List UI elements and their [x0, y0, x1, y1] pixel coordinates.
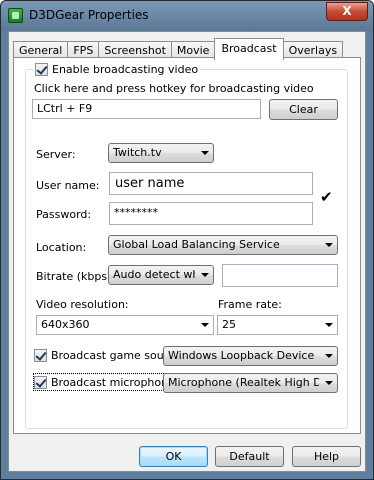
chevron-down-icon [325, 354, 333, 358]
game-sound-label: Broadcast game sound: [51, 348, 182, 362]
hotkey-field[interactable]: LCtrl + F9 [32, 99, 261, 119]
password-label: Password: [36, 208, 92, 221]
enable-broadcast-label: Enable broadcasting video [52, 62, 199, 76]
bitrate-select-value: Audo detect when [113, 268, 195, 281]
server-label: Server: [36, 148, 76, 161]
enable-broadcast-row[interactable]: Enable broadcasting video [33, 61, 201, 77]
video-resolution-select[interactable]: 640x360 [36, 315, 214, 335]
server-select-value: Twitch.tv [113, 146, 162, 159]
chevron-down-icon [201, 151, 209, 155]
enable-broadcast-checkbox[interactable] [35, 62, 48, 76]
username-label: User name: [36, 179, 100, 192]
title-bar[interactable]: D3DGear Properties X [1, 1, 373, 31]
bitrate-label: Bitrate (kbps): [36, 270, 116, 283]
video-resolution-value: 640x360 [41, 318, 90, 331]
server-select[interactable]: Twitch.tv [108, 143, 214, 163]
password-field[interactable]: ******** [109, 202, 313, 225]
frame-rate-select[interactable]: 25 [217, 315, 338, 335]
chevron-down-icon [325, 381, 333, 385]
location-label: Location: [36, 241, 87, 254]
game-sound-device-select[interactable]: Windows Loopback Device [163, 346, 338, 366]
clear-hotkey-button[interactable]: Clear [269, 99, 338, 120]
frame-rate-label: Frame rate: [218, 298, 282, 311]
dialog-client: General FPS Screenshot Movie Broadcast O… [8, 31, 366, 472]
microphone-row[interactable]: Broadcast microphone: [33, 373, 180, 391]
game-sound-row[interactable]: Broadcast game sound: [34, 347, 182, 363]
chevron-down-icon [325, 243, 333, 247]
game-sound-device-value: Windows Loopback Device [168, 349, 315, 362]
location-select[interactable]: Global Load Balancing Service [108, 235, 338, 255]
chevron-down-icon [201, 323, 209, 327]
help-button[interactable]: Help [292, 446, 361, 467]
game-sound-checkbox[interactable] [34, 348, 47, 362]
close-button[interactable]: X [326, 2, 368, 21]
microphone-device-select[interactable]: Microphone (Realtek High Definitio [163, 373, 338, 393]
chevron-down-icon [325, 323, 333, 327]
bitrate-custom-field[interactable] [222, 264, 338, 287]
location-select-value: Global Load Balancing Service [113, 238, 280, 251]
check-icon: ✔ [320, 188, 333, 206]
tab-broadcast[interactable]: Broadcast [214, 38, 284, 60]
username-field[interactable]: user name [109, 172, 313, 195]
ok-button[interactable]: OK [139, 446, 208, 467]
frame-rate-value: 25 [222, 318, 236, 331]
tab-strip: General FPS Screenshot Movie Broadcast O… [13, 38, 344, 60]
chevron-down-icon [201, 273, 209, 277]
app-icon [8, 8, 23, 23]
window-title: D3DGear Properties [29, 8, 149, 22]
microphone-device-value: Microphone (Realtek High Definitio [168, 376, 319, 389]
microphone-label: Broadcast microphone: [51, 375, 179, 389]
bitrate-select[interactable]: Audo detect when [108, 265, 214, 285]
broadcast-panel: Enable broadcasting video Click here and… [13, 57, 361, 434]
default-button[interactable]: Default [215, 446, 284, 467]
video-resolution-label: Video resolution: [36, 298, 129, 311]
hotkey-hint[interactable]: Click here and press hotkey for broadcas… [34, 82, 314, 95]
microphone-checkbox[interactable] [34, 375, 47, 389]
properties-window: D3DGear Properties X General FPS Screens… [0, 0, 374, 480]
